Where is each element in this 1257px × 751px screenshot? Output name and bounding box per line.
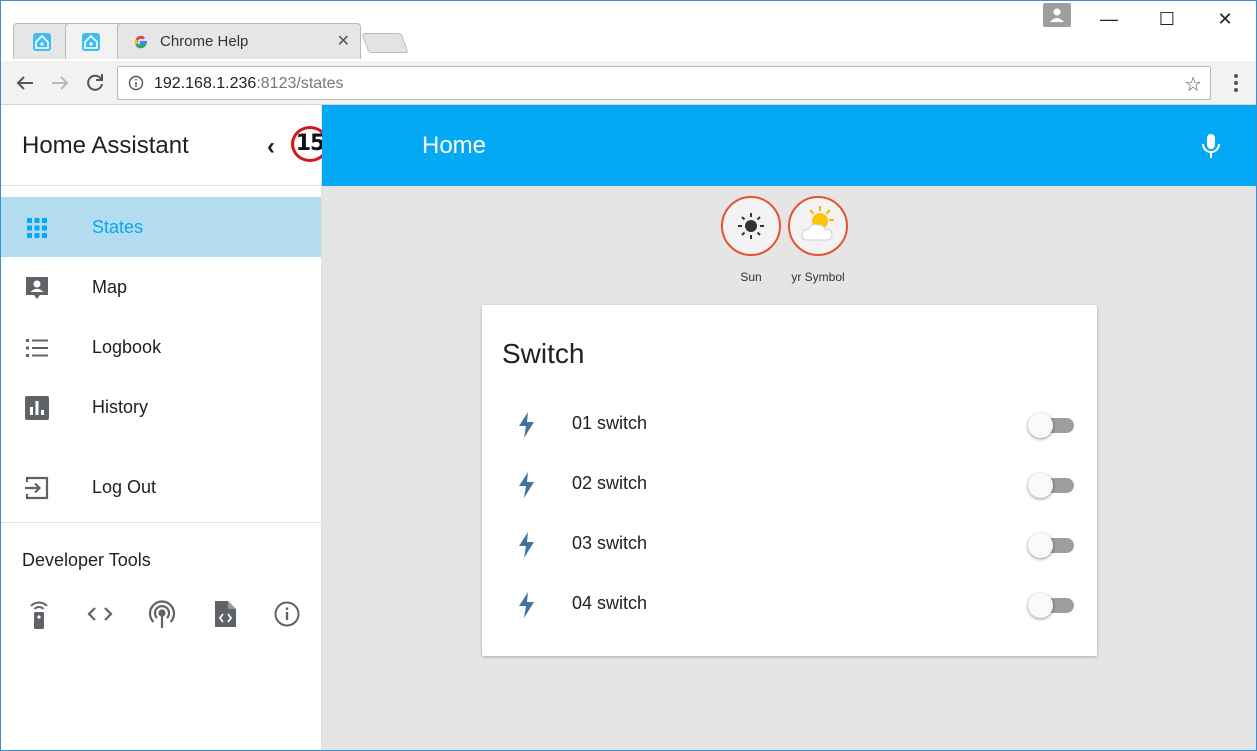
switch-name: 02 switch (572, 473, 648, 493)
forward-button[interactable] (48, 71, 72, 95)
sidebar-item-history[interactable]: History (1, 377, 321, 437)
profile-button[interactable] (1043, 3, 1071, 27)
back-button[interactable] (13, 71, 37, 95)
info-icon[interactable] (273, 599, 301, 629)
app-toolbar: Home (322, 105, 1256, 186)
url-path: :8123/states (256, 75, 344, 92)
home-assistant-app: Home Assistant ‹ 15 States Map Logbook H… (1, 105, 1256, 750)
chart-box-icon (24, 395, 50, 421)
arrow-left-icon (16, 76, 33, 90)
sidebar-item-logbook[interactable]: Logbook (1, 317, 321, 377)
list-icon (24, 335, 50, 361)
flash-icon (515, 591, 539, 619)
chrome-menu-button[interactable] (1229, 71, 1243, 95)
minimize-button[interactable]: — (1089, 5, 1129, 33)
app-title: Home Assistant (22, 132, 189, 159)
sidebar-item-log-out[interactable]: Log Out (1, 457, 321, 517)
sidebar-item-label: History (92, 397, 149, 417)
new-tab-button[interactable] (361, 33, 409, 53)
account-box-icon (24, 275, 50, 301)
reload-icon (87, 74, 103, 91)
switch-row[interactable]: 04 switch (482, 575, 1097, 635)
switch-card: Switch 01 switch 02 switch 03 switch 04 … (482, 305, 1097, 656)
home-assistant-favicon-icon (82, 33, 100, 51)
tab-close-button[interactable]: ✕ (337, 31, 350, 51)
file-code-icon[interactable] (211, 599, 239, 629)
person-icon (1050, 8, 1064, 22)
switch-toggle[interactable] (1028, 473, 1076, 498)
badge-circle (788, 196, 848, 256)
yr-symbol-badge[interactable]: yr Symbol (783, 196, 853, 284)
sidebar-item-map[interactable]: Map (1, 257, 321, 317)
reload-button[interactable] (83, 71, 107, 95)
address-bar[interactable]: 192.168.1.236:8123/states ☆ (117, 66, 1211, 100)
sidebar-item-states[interactable]: States (1, 197, 321, 257)
switch-toggle[interactable] (1028, 593, 1076, 618)
url-text: 192.168.1.236:8123/states (154, 75, 344, 93)
switch-toggle[interactable] (1028, 533, 1076, 558)
browser-toolbar: 192.168.1.236:8123/states ☆ (1, 61, 1256, 105)
microphone-icon[interactable] (1199, 132, 1223, 160)
tab-home-assistant-1[interactable] (13, 23, 71, 59)
switch-name: 03 switch (572, 533, 648, 553)
tab-chrome-help[interactable]: Chrome Help ✕ (117, 23, 361, 59)
sidebar-item-label: Log Out (92, 477, 157, 497)
sidebar-item-label: Map (92, 277, 128, 297)
sidebar-item-label: Logbook (92, 337, 162, 357)
grid-icon (24, 215, 50, 241)
badge-label: Sun (740, 270, 762, 284)
info-icon[interactable] (128, 75, 144, 91)
tab-title: Chrome Help (160, 33, 249, 50)
bookmark-star-icon[interactable]: ☆ (1184, 72, 1202, 97)
partly-cloudy-icon (801, 206, 834, 241)
code-icon[interactable] (86, 599, 114, 629)
switch-name: 01 switch (572, 413, 648, 433)
tab-home-assistant-2[interactable] (65, 23, 123, 59)
collapse-sidebar-button[interactable]: ‹ (267, 133, 275, 161)
flash-icon (515, 471, 539, 499)
remote-icon[interactable] (25, 599, 53, 629)
maximize-button[interactable]: ☐ (1147, 5, 1187, 33)
badge-label: yr Symbol (791, 270, 845, 284)
sidebar: Home Assistant ‹ 15 States Map Logbook H… (1, 105, 329, 750)
page-title: Home (422, 132, 487, 159)
close-window-button[interactable]: ✕ (1205, 5, 1245, 33)
switch-name: 04 switch (572, 593, 648, 613)
badge-circle (721, 196, 781, 256)
sun-icon (738, 213, 764, 239)
broadcast-icon[interactable] (148, 599, 176, 629)
google-g-icon (132, 33, 150, 51)
tab-strip: Chrome Help ✕ — ☐ ✕ (1, 1, 1256, 61)
home-assistant-favicon-icon (33, 33, 51, 51)
sidebar-item-label: States (92, 217, 144, 237)
exit-icon (24, 475, 50, 501)
browser-window: Chrome Help ✕ — ☐ ✕ 192.168.1.236:8123/s… (0, 0, 1257, 751)
url-host: 192.168.1.236 (154, 75, 257, 92)
switch-row[interactable]: 01 switch (482, 395, 1097, 455)
flash-icon (515, 411, 539, 439)
switch-toggle[interactable] (1028, 413, 1076, 438)
switch-row[interactable]: 03 switch (482, 515, 1097, 575)
sun-badge[interactable]: Sun (716, 196, 786, 284)
switch-row[interactable]: 02 switch (482, 455, 1097, 515)
flash-icon (515, 531, 539, 559)
developer-tools-heading: Developer Tools (22, 550, 151, 570)
sidebar-header: Home Assistant ‹ 15 (1, 105, 329, 186)
sidebar-divider (1, 522, 321, 523)
arrow-right-icon (52, 76, 69, 90)
card-title: Switch (502, 338, 585, 369)
